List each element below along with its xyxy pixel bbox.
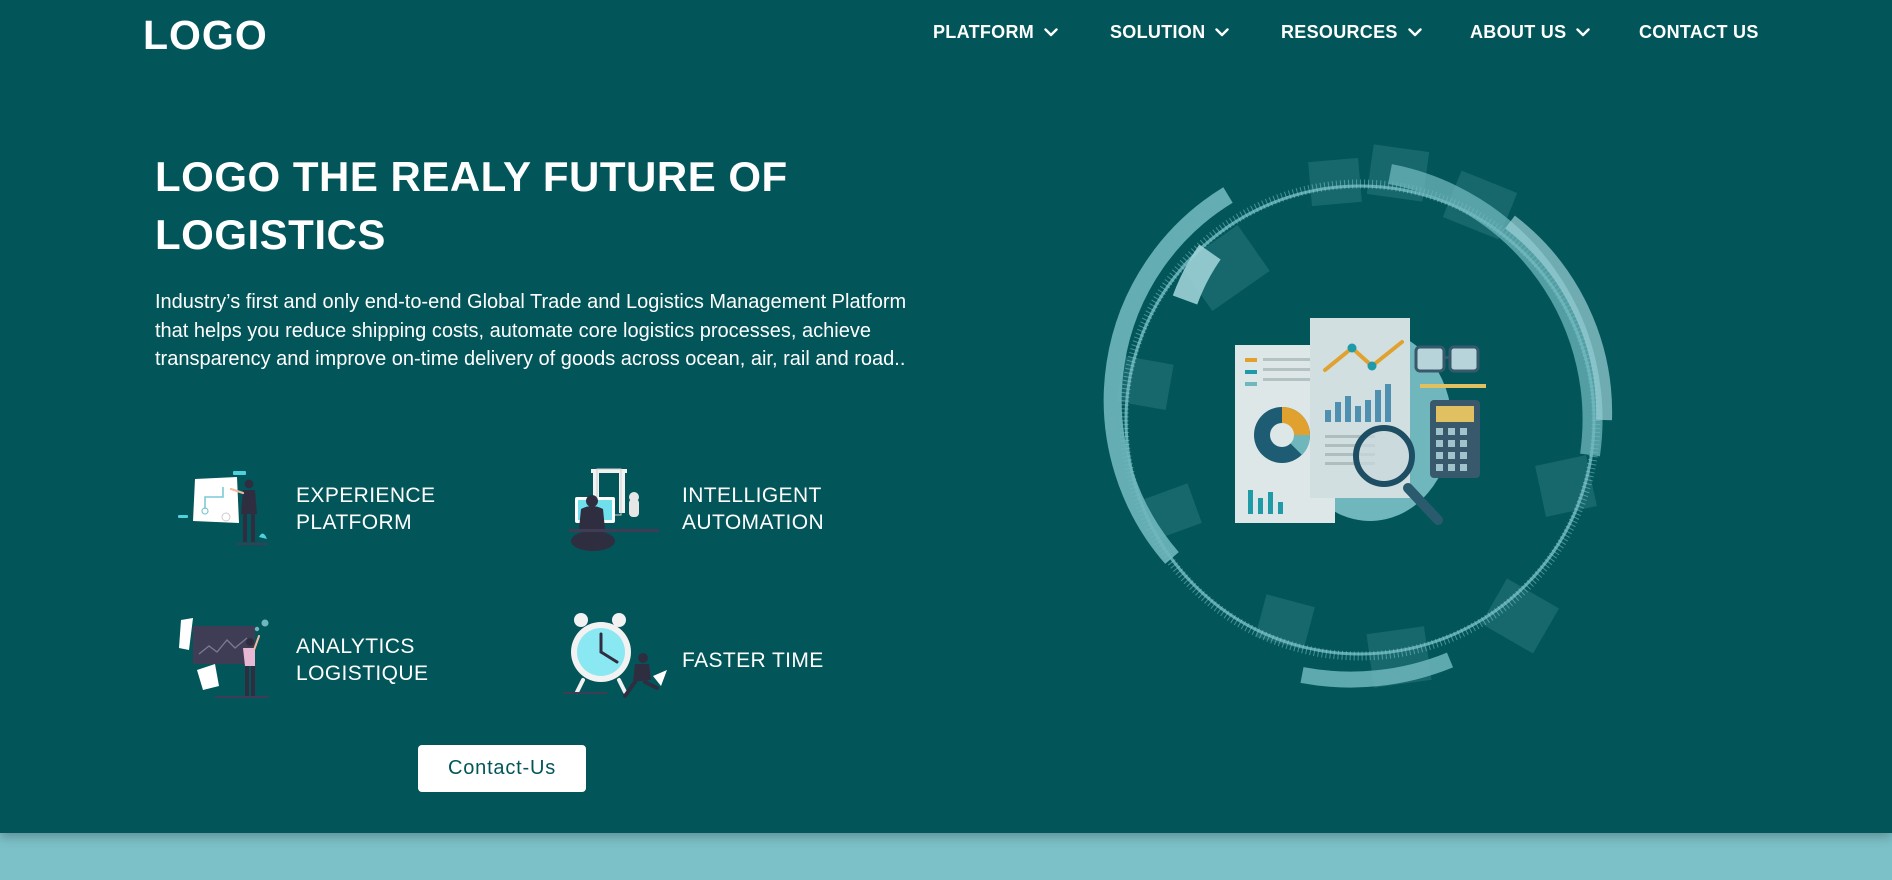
chevron-down-icon	[1408, 28, 1422, 37]
feature-label: ANALYTICS LOGISTIQUE	[296, 633, 486, 687]
whiteboard-presenter-illustration	[178, 471, 267, 545]
analytics-documents-ring-illustration	[1103, 144, 1613, 688]
hero-title: LOGO THE REALY FUTURE OF LOGISTICS	[155, 148, 955, 264]
alarm-clock-runner-illustration	[563, 613, 667, 698]
nav-item-about-us[interactable]: ABOUT US	[1470, 22, 1591, 43]
nav-item-label: CONTACT US	[1639, 22, 1759, 42]
hero-section: LOGO PLATFORM SOLUTION RESOURCES ABOUT U…	[0, 0, 1892, 833]
feature-label: EXPERIENCE PLATFORM	[296, 482, 486, 536]
feature-label-line: AUTOMATION	[682, 511, 825, 534]
robot-arm-desk-illustration	[569, 468, 659, 551]
feature-label-line: EXPERIENCE	[296, 484, 436, 507]
chevron-down-icon	[1576, 28, 1591, 37]
contact-us-button[interactable]: Contact-Us	[418, 745, 586, 792]
nav-item-resources[interactable]: RESOURCES	[1281, 22, 1422, 43]
feature-label-line: PLATFORM	[296, 511, 412, 534]
feature-label-line: LOGISTIQUE	[296, 662, 429, 685]
nav-item-solution[interactable]: SOLUTION	[1110, 22, 1230, 43]
feature-faster-time: FASTER TIME	[561, 610, 872, 710]
nav-item-label: PLATFORM	[933, 22, 1035, 42]
feature-analytics-logistique: ANALYTICS LOGISTIQUE	[175, 610, 486, 710]
hero-title-line: LOGO THE REALY FUTURE OF	[155, 153, 788, 200]
hero-title-line: LOGISTICS	[155, 211, 386, 258]
chevron-down-icon	[1044, 28, 1058, 37]
nav-item-label: RESOURCES	[1281, 22, 1398, 42]
main-nav: PLATFORM SOLUTION RESOURCES ABOUT US CON…	[0, 22, 1892, 48]
feature-label-line: FASTER TIME	[682, 648, 824, 672]
feature-experience-platform: EXPERIENCE PLATFORM	[175, 459, 486, 559]
nav-item-contact-us[interactable]: CONTACT US	[1639, 22, 1759, 43]
chart-board-analyst-illustration	[179, 618, 269, 698]
hero-subtitle: Industry’s first and only end-to-end Glo…	[155, 291, 907, 370]
feature-label-line: INTELLIGENT	[682, 484, 822, 507]
nav-item-label: ABOUT US	[1470, 22, 1567, 42]
chevron-down-icon	[1215, 28, 1230, 37]
feature-intelligent-automation: INTELLIGENT AUTOMATION	[561, 459, 872, 559]
nav-item-platform[interactable]: PLATFORM	[933, 22, 1058, 43]
nav-item-label: SOLUTION	[1110, 22, 1206, 42]
feature-label: FASTER TIME	[682, 647, 872, 674]
feature-label-line: ANALYTICS	[296, 635, 415, 658]
feature-label: INTELLIGENT AUTOMATION	[682, 482, 872, 536]
